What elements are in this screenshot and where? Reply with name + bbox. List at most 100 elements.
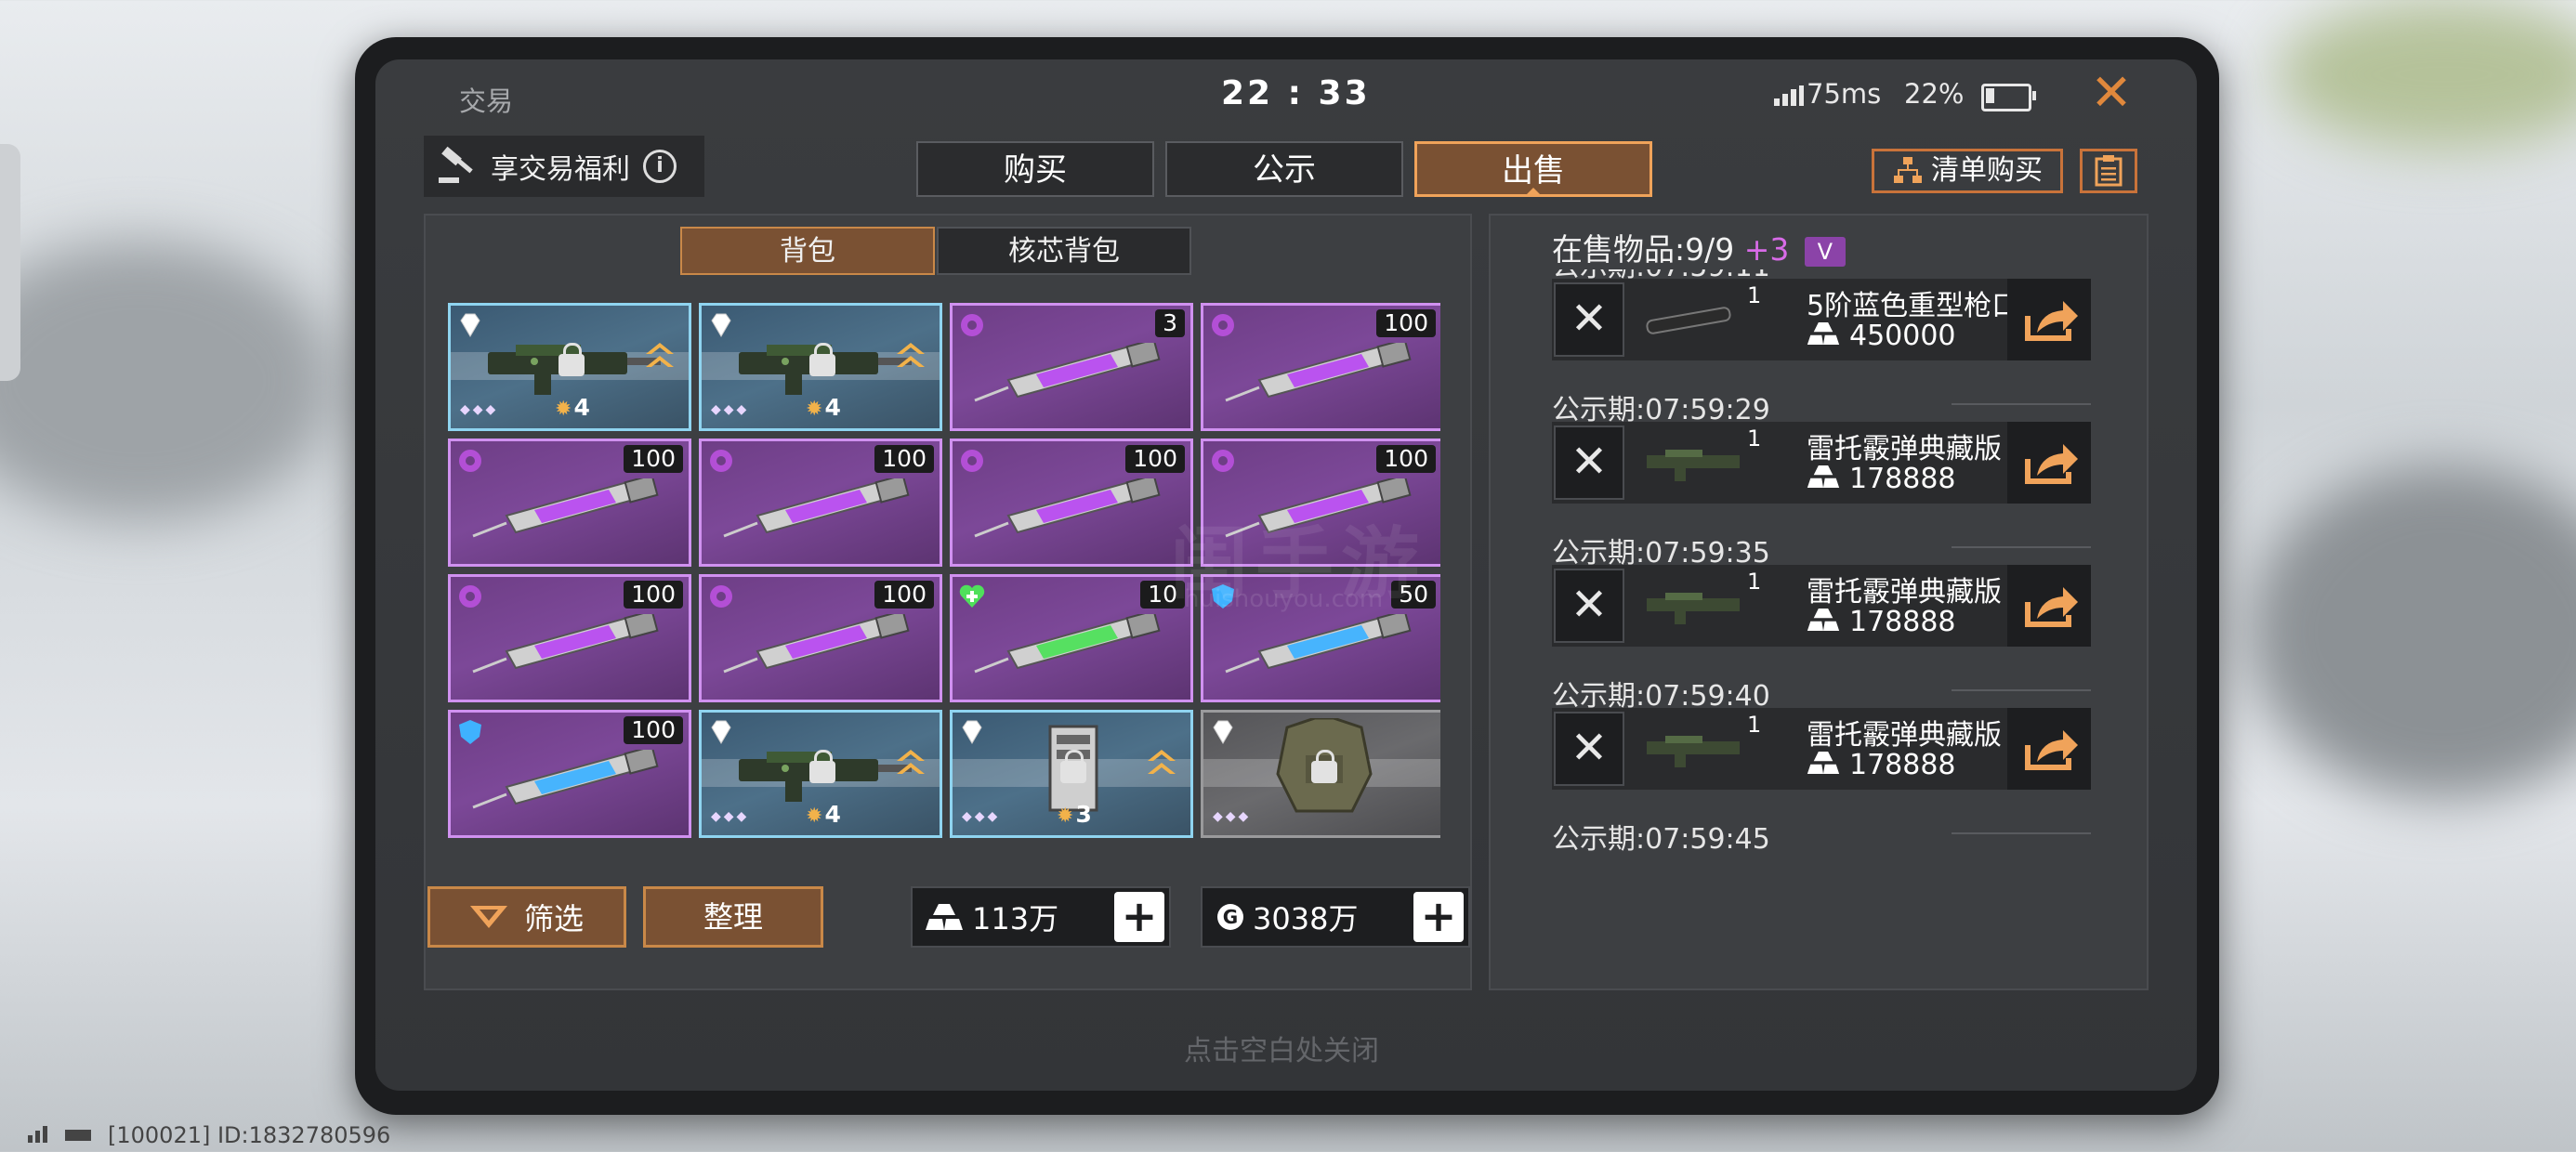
tab-buy[interactable]: 购买 (916, 141, 1154, 197)
item-quantity: 1 (1747, 712, 1762, 738)
item-name: 雷托霰弹典藏版 (1807, 433, 2002, 465)
side-handle[interactable] (0, 144, 20, 381)
publicity-period: 公示期:07:59:45 (1552, 816, 2091, 857)
item-price: 450000 (1807, 320, 1956, 352)
inventory-slot[interactable]: 3 (950, 303, 1193, 431)
info-icon[interactable]: i (643, 150, 677, 183)
remove-listing-button[interactable]: ✕ (1554, 569, 1624, 643)
subtab-backpack[interactable]: 背包 (680, 227, 935, 275)
inventory-slot[interactable]: 10 (950, 574, 1193, 702)
share-icon[interactable] (2007, 708, 2091, 790)
inventory-slot[interactable]: ◆◆◆ ✹3 (950, 710, 1193, 838)
footer-battery-icon (65, 1130, 91, 1141)
battery-percent: 22% (1904, 78, 1965, 110)
clipboard-button[interactable] (2080, 149, 2137, 193)
item-quantity: 1 (1747, 282, 1762, 308)
item-level: ✹4 (806, 394, 841, 421)
gold-bar-icon (1807, 749, 1840, 781)
item-count: 100 (1376, 309, 1436, 337)
diamond-icon (456, 311, 484, 339)
lock-icon (1311, 750, 1337, 783)
share-icon[interactable] (2007, 279, 2091, 360)
remove-listing-button[interactable]: ✕ (1554, 712, 1624, 786)
share-icon[interactable] (2007, 422, 2091, 504)
filter-button[interactable]: 筛选 (427, 886, 626, 948)
filter-label: 筛选 (523, 901, 584, 936)
trade-benefit-button[interactable]: 享交易福利 i (424, 136, 704, 197)
item-stars: ◆◆◆ (1213, 809, 1252, 824)
hierarchy-icon (1894, 157, 1922, 183)
item-level: ✹4 (806, 801, 841, 828)
upgrade-chevron-icon (895, 341, 927, 373)
sale-row[interactable]: ✕ 1 雷托霰弹典藏版 178888 (1552, 565, 2091, 647)
inventory-slot[interactable]: ◆◆◆ ✹4 (448, 303, 691, 431)
inventory-slot[interactable]: ◆◆◆ (1201, 710, 1440, 838)
lock-icon (809, 343, 835, 376)
gold-amount: 113万 (972, 901, 1059, 936)
list-buy-label: 清单购买 (1931, 154, 2043, 187)
close-hint[interactable]: 点击空白处关闭 (1184, 1028, 1379, 1068)
tab-sell[interactable]: 出售 (1414, 141, 1652, 197)
lock-icon (1060, 750, 1086, 783)
upgrade-chevron-icon (895, 748, 927, 779)
inventory-slot[interactable]: 100 (950, 439, 1193, 567)
sale-row[interactable]: ✕ 1 雷托霰弹典藏版 178888 (1552, 708, 2091, 790)
gold-bar-icon (926, 904, 963, 930)
on-sale-list: 公示期:07:59:11✕15阶蓝色重型枪口450000公示期:07:59:29… (1552, 269, 2091, 922)
price-value: 178888 (1849, 463, 1956, 495)
item-quantity: 1 (1747, 569, 1762, 595)
item-stars: ◆◆◆ (711, 402, 750, 417)
item-price: 178888 (1807, 463, 1956, 495)
tab-announce[interactable]: 公示 (1165, 141, 1403, 197)
sort-button[interactable]: 整理 (643, 886, 823, 948)
item-thumbnail (1637, 292, 1749, 346)
remove-listing-button[interactable]: ✕ (1554, 425, 1624, 500)
shield-badge-icon (456, 718, 484, 746)
price-value: 450000 (1849, 320, 1956, 352)
signal-icon (1774, 85, 1804, 106)
inventory-slot[interactable]: 100 (1201, 303, 1440, 431)
share-icon[interactable] (2007, 565, 2091, 647)
close-icon[interactable]: ✕ (2085, 67, 2137, 119)
inventory-slot[interactable]: ◆◆◆ ✹4 (699, 303, 942, 431)
period-divider (1952, 546, 2091, 548)
add-gold-button[interactable]: + (1114, 892, 1164, 942)
gear-badge-icon (707, 583, 735, 610)
item-level-value: 4 (573, 394, 590, 421)
battery-icon (1981, 84, 2036, 111)
sale-row[interactable]: ✕ 1 雷托霰弹典藏版 178888 (1552, 422, 2091, 504)
price-value: 178888 (1849, 606, 1956, 638)
item-thumbnail (1637, 721, 1749, 775)
inventory-slot[interactable]: 100 (699, 574, 942, 702)
item-count: 100 (874, 445, 934, 473)
gold-bar-icon (1807, 463, 1840, 495)
lock-icon (809, 750, 835, 783)
item-count: 100 (1376, 445, 1436, 473)
price-value: 178888 (1849, 749, 1956, 781)
tab-active-indicator (1524, 188, 1543, 197)
inventory-slot[interactable]: 100 (699, 439, 942, 567)
list-buy-button[interactable]: 清单购买 (1872, 149, 2063, 193)
level-gear-icon: ✹ (806, 398, 823, 421)
sale-row[interactable]: ✕ 1 5阶蓝色重型枪口 450000 (1552, 279, 2091, 360)
item-level: ✹4 (555, 394, 590, 421)
inventory-slot[interactable]: ◆◆◆ ✹4 (699, 710, 942, 838)
period-divider (1952, 403, 2091, 405)
inventory-slot[interactable]: 100 (448, 574, 691, 702)
subtab-core-backpack[interactable]: 核芯背包 (937, 227, 1191, 275)
add-coins-button[interactable]: + (1413, 892, 1464, 942)
inventory-slot[interactable]: 100 (448, 439, 691, 567)
trade-panel: 交易 22 : 33 75ms 22% ✕ 享交易福利 i 购买 公示 出售 清… (375, 59, 2197, 1091)
upgrade-chevron-icon (644, 341, 676, 373)
vip-badge: V (1804, 236, 1846, 267)
gear-badge-icon (456, 447, 484, 475)
coin-amount: 3038万 (1253, 901, 1359, 936)
inventory-slot[interactable]: 100 (448, 710, 691, 838)
item-level-value: 4 (824, 394, 841, 421)
gold-bar-icon (1807, 320, 1840, 352)
item-name: 雷托霰弹典藏版 (1807, 719, 2002, 752)
panel-title: 交易 (459, 85, 514, 117)
diamond-icon (1209, 718, 1237, 746)
remove-listing-button[interactable]: ✕ (1554, 282, 1624, 357)
on-sale-bonus: +3 (1743, 231, 1790, 268)
